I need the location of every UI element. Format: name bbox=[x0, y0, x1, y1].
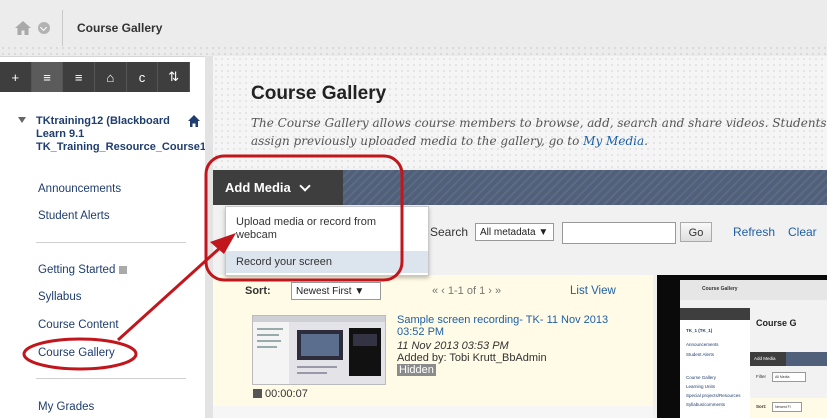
my-media-link[interactable]: My Media bbox=[583, 134, 644, 148]
breadcrumb-bar: Course Gallery bbox=[0, 0, 827, 57]
duration-label: 00:00:07 bbox=[253, 388, 308, 400]
upload-media-option[interactable]: Upload media or record from webcam bbox=[226, 216, 428, 242]
preview-toolbar bbox=[680, 308, 750, 320]
add-media-dropdown: Upload media or record from webcam Recor… bbox=[225, 206, 429, 276]
sort-select-value: Newest First bbox=[296, 286, 352, 297]
sidebar-item-course-content[interactable]: Course Content bbox=[38, 319, 119, 331]
recording-title-link[interactable]: Sample screen recording- TK- 11 Nov 2013… bbox=[397, 314, 637, 338]
add-menu-item-button[interactable]: + bbox=[0, 62, 32, 92]
preview-sort-label: Sort: bbox=[756, 404, 767, 409]
course-title-link[interactable]: TKtraining12 (Blackboard Learn 9.1 TK_Tr… bbox=[36, 115, 216, 154]
list-view-link[interactable]: List View bbox=[570, 285, 616, 297]
duration-value: 00:00:07 bbox=[265, 388, 308, 400]
next-item-row bbox=[213, 406, 653, 418]
preview-item: Learning Units bbox=[686, 384, 716, 389]
sidebar-item-label: Getting Started bbox=[38, 264, 116, 276]
detail-view-button[interactable]: ≡ bbox=[63, 62, 96, 92]
course-menu-toolbar: + ≡ ≡ ⌂ c ⇅ bbox=[0, 62, 191, 92]
preview-course: TK_1 (TK_1) bbox=[686, 328, 713, 333]
video-icon bbox=[253, 389, 262, 398]
sort-label: Sort: bbox=[245, 285, 271, 297]
add-media-button[interactable]: Add Media bbox=[213, 170, 343, 205]
preview-filter-select: All Media bbox=[772, 372, 806, 382]
go-button[interactable]: Go bbox=[680, 222, 712, 242]
sidebar-item-student-alerts[interactable]: Student Alerts bbox=[38, 210, 110, 222]
search-input[interactable] bbox=[562, 222, 676, 244]
clear-link[interactable]: Clear bbox=[788, 225, 817, 239]
home-pin-icon[interactable] bbox=[188, 115, 200, 130]
recording-date: 11 Nov 2013 03:53 PM bbox=[397, 340, 509, 352]
preview-item: Syllabus/comments bbox=[686, 402, 726, 407]
content-icon bbox=[119, 265, 128, 274]
sidebar-item-syllabus[interactable]: Syllabus bbox=[38, 291, 81, 303]
sort-bar: Sort: Newest First ▼ « ‹ 1-1 of 1 › » Li… bbox=[225, 280, 650, 304]
preview-sidebar: TK_1 (TK_1) Announcements Student Alerts… bbox=[680, 320, 750, 418]
chevron-down-icon bbox=[299, 179, 311, 192]
status-badge: Hidden bbox=[397, 364, 436, 376]
preview-breadcrumb-text: Course Gallery bbox=[702, 286, 738, 292]
collapse-triangle-icon[interactable] bbox=[18, 117, 26, 123]
preview-sort-select: Newest Fi bbox=[772, 402, 802, 412]
refresh-button[interactable]: c bbox=[127, 62, 159, 92]
preview-breadcrumb: Course Gallery bbox=[680, 280, 827, 300]
sidebar-item-my-grades[interactable]: My Grades bbox=[38, 401, 94, 413]
chevron-down-icon[interactable] bbox=[38, 22, 50, 34]
sidebar-item-course-gallery[interactable]: Course Gallery bbox=[38, 347, 115, 359]
sidebar-item-announcements[interactable]: Announcements bbox=[38, 183, 121, 195]
refresh-link[interactable]: Refresh bbox=[733, 225, 775, 239]
preview-add-media: Add Media bbox=[750, 352, 786, 366]
list-view-button[interactable]: ≡ bbox=[31, 62, 64, 92]
home-icon[interactable] bbox=[14, 20, 32, 36]
preview-item: Student Alerts bbox=[686, 352, 715, 357]
preview-action-bar: Add Media bbox=[750, 352, 827, 366]
record-screen-option[interactable]: Record your screen bbox=[226, 251, 428, 273]
description-line: assign previously uploaded media to the … bbox=[251, 132, 827, 150]
preview-item: Course Gallery bbox=[686, 375, 717, 380]
breadcrumb-divider bbox=[62, 10, 63, 46]
pattern-strip bbox=[0, 45, 827, 56]
breadcrumb-current: Course Gallery bbox=[77, 21, 163, 35]
sort-select[interactable]: Newest First ▼ bbox=[291, 282, 381, 300]
folder-view-button[interactable]: ⌂ bbox=[95, 62, 127, 92]
description-line: The Course Gallery allows course members… bbox=[251, 116, 827, 130]
course-menu: TKtraining12 (Blackboard Learn 9.1 TK_Tr… bbox=[0, 92, 216, 418]
preview-filter: Filter bbox=[756, 374, 766, 379]
breadcrumb: Course Gallery bbox=[14, 10, 162, 46]
description-text: assign previously uploaded media to the … bbox=[251, 134, 584, 148]
page-title: Course Gallery bbox=[251, 83, 387, 104]
search-label: Search bbox=[430, 225, 469, 239]
sidebar-divider bbox=[36, 378, 186, 379]
pagination[interactable]: « ‹ 1-1 of 1 › » bbox=[432, 285, 501, 297]
recording-added-by: Added by: Tobi Krutt_BbAdmin bbox=[397, 352, 547, 364]
reorder-button[interactable]: ⇅ bbox=[158, 62, 191, 92]
sidebar-item-getting-started[interactable]: Getting Started bbox=[38, 264, 128, 276]
preview-item: Announcements bbox=[686, 342, 719, 347]
sidebar-divider bbox=[36, 242, 186, 243]
page-header bbox=[213, 56, 827, 168]
page-description: The Course Gallery allows course members… bbox=[251, 114, 827, 150]
preview-title: Course G bbox=[756, 318, 797, 328]
preview-item: Special projects/Resources bbox=[686, 393, 741, 398]
metadata-select[interactable]: All metadata ▼ bbox=[475, 223, 554, 241]
video-thumbnail[interactable] bbox=[252, 315, 386, 385]
preview-screen: Course Gallery TK_1 (TK_1) Announcements… bbox=[680, 280, 827, 418]
metadata-select-value: All metadata bbox=[480, 227, 536, 238]
preview-gallery: Sort: Newest Fi bbox=[750, 398, 827, 418]
add-media-label: Add Media bbox=[225, 180, 291, 195]
description-text: . bbox=[644, 134, 648, 148]
